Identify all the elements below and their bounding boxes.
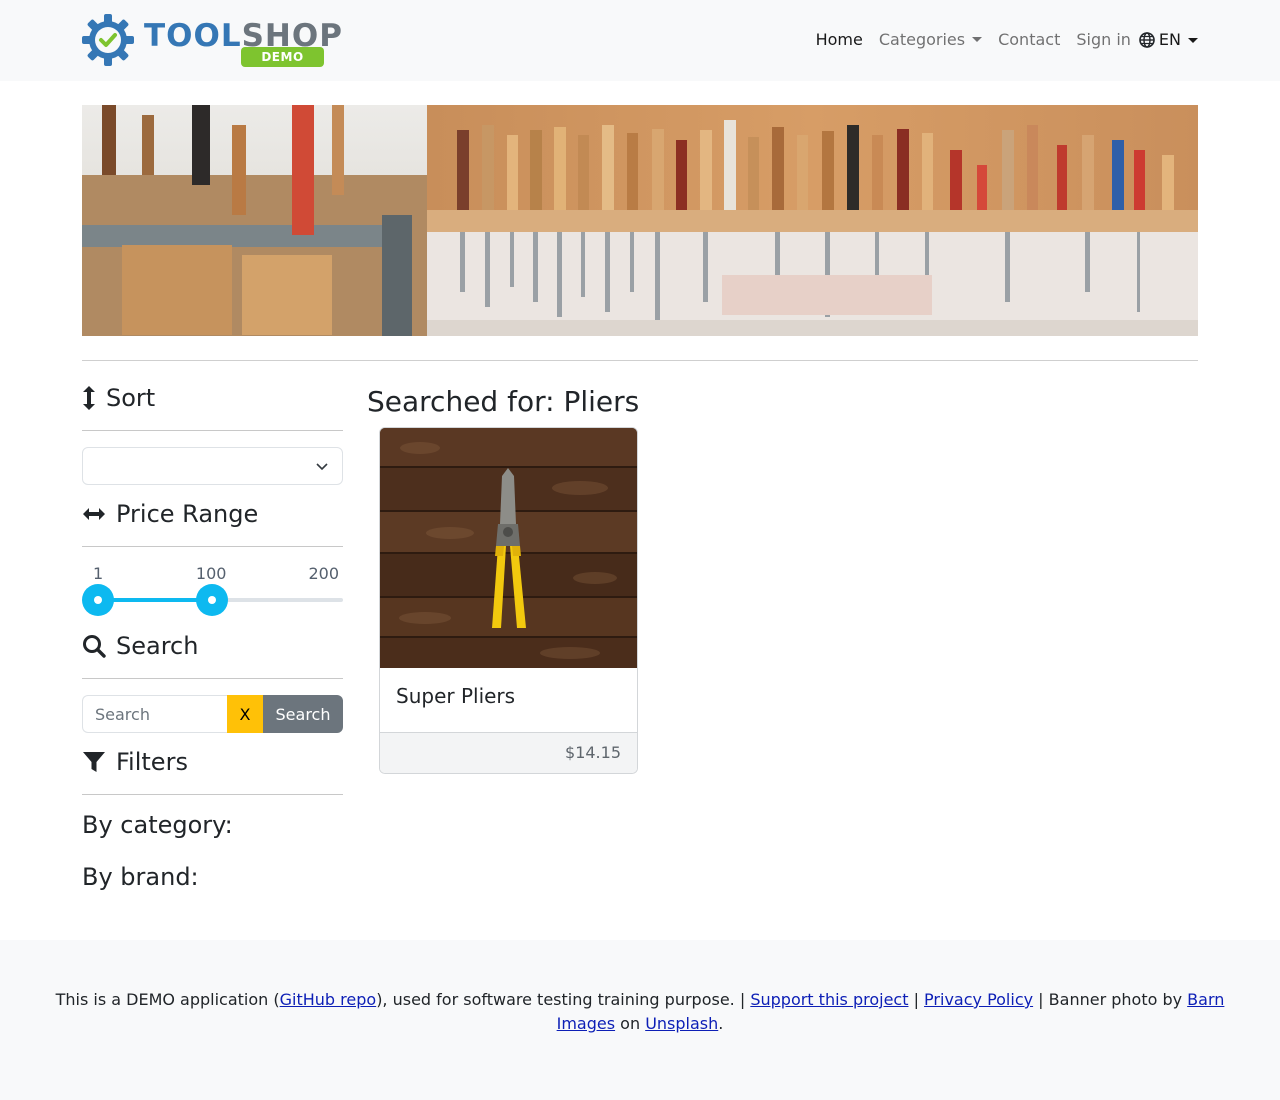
globe-icon (1139, 32, 1155, 48)
product-image (380, 428, 637, 668)
language-label: EN (1158, 30, 1181, 49)
price-range-heading-label: Price Range (116, 500, 259, 528)
chevron-down-icon (316, 463, 328, 471)
product-price: $14.15 (565, 743, 621, 762)
slider-handle-max[interactable] (195, 584, 228, 616)
brand-logo[interactable]: TOOLSHOP DEMO (82, 12, 342, 68)
github-repo-link[interactable]: GitHub repo (280, 990, 377, 1009)
gear-check-icon (82, 14, 134, 66)
nav-links: Home Categories Contact Sign in EN (800, 28, 1198, 52)
unsplash-link[interactable]: Unsplash (645, 1014, 718, 1033)
slider-handle-min[interactable] (82, 584, 114, 616)
search-results-title: Searched for: Pliers (367, 385, 640, 418)
search-form: X Search (82, 695, 343, 733)
by-category-heading: By category: (82, 811, 233, 839)
filters-heading-label: Filters (116, 748, 188, 776)
tools-wall-photo (82, 105, 1198, 336)
footer-text: This is a DEMO application (GitHub repo)… (55, 990, 1225, 1033)
nav-sign-in[interactable]: Sign in (1076, 28, 1131, 52)
nav-home[interactable]: Home (816, 28, 863, 52)
slider-selection (98, 598, 212, 602)
sort-heading-label: Sort (106, 384, 156, 412)
footer: This is a DEMO application (GitHub repo)… (0, 940, 1280, 1100)
product-card[interactable]: Super Pliers $14.15 (379, 427, 638, 774)
filters-heading: Filters (82, 747, 188, 777)
sort-select[interactable] (82, 447, 343, 485)
price-range-slider[interactable]: 1 100 200 (82, 560, 343, 620)
price-range-heading: Price Range (82, 499, 258, 529)
search-clear-button[interactable]: X (227, 695, 263, 733)
arrows-horizontal-icon (83, 508, 105, 520)
price-min-label: 1 (93, 564, 104, 583)
product-card-footer: $14.15 (380, 732, 637, 773)
navbar: TOOLSHOP DEMO Home Categories Contact Si… (0, 0, 1280, 81)
brand-demo-badge: DEMO (241, 47, 324, 67)
funnel-icon (83, 752, 105, 772)
nav-contact[interactable]: Contact (998, 28, 1060, 52)
search-rule (82, 678, 343, 679)
by-brand-heading: By brand: (82, 863, 199, 891)
price-range-rule (82, 546, 343, 547)
price-current-label: 100 (195, 564, 227, 583)
arrows-vertical-icon (83, 386, 95, 410)
sort-rule (82, 430, 343, 431)
search-input[interactable] (82, 695, 227, 733)
sort-heading: Sort (82, 383, 155, 413)
price-max-label: 200 (308, 564, 339, 583)
divider (82, 360, 1198, 361)
product-name: Super Pliers (396, 684, 516, 708)
privacy-policy-link[interactable]: Privacy Policy (924, 990, 1033, 1009)
search-heading: Search (82, 631, 198, 661)
search-heading-label: Search (116, 632, 199, 660)
language-dropdown[interactable]: EN (1139, 28, 1198, 52)
search-submit-button[interactable]: Search (263, 695, 343, 733)
magnifier-icon (83, 635, 106, 658)
filters-rule (82, 794, 343, 795)
support-project-link[interactable]: Support this project (750, 990, 908, 1009)
nav-categories-dropdown[interactable]: Categories (879, 28, 982, 52)
banner-image (82, 105, 1198, 336)
